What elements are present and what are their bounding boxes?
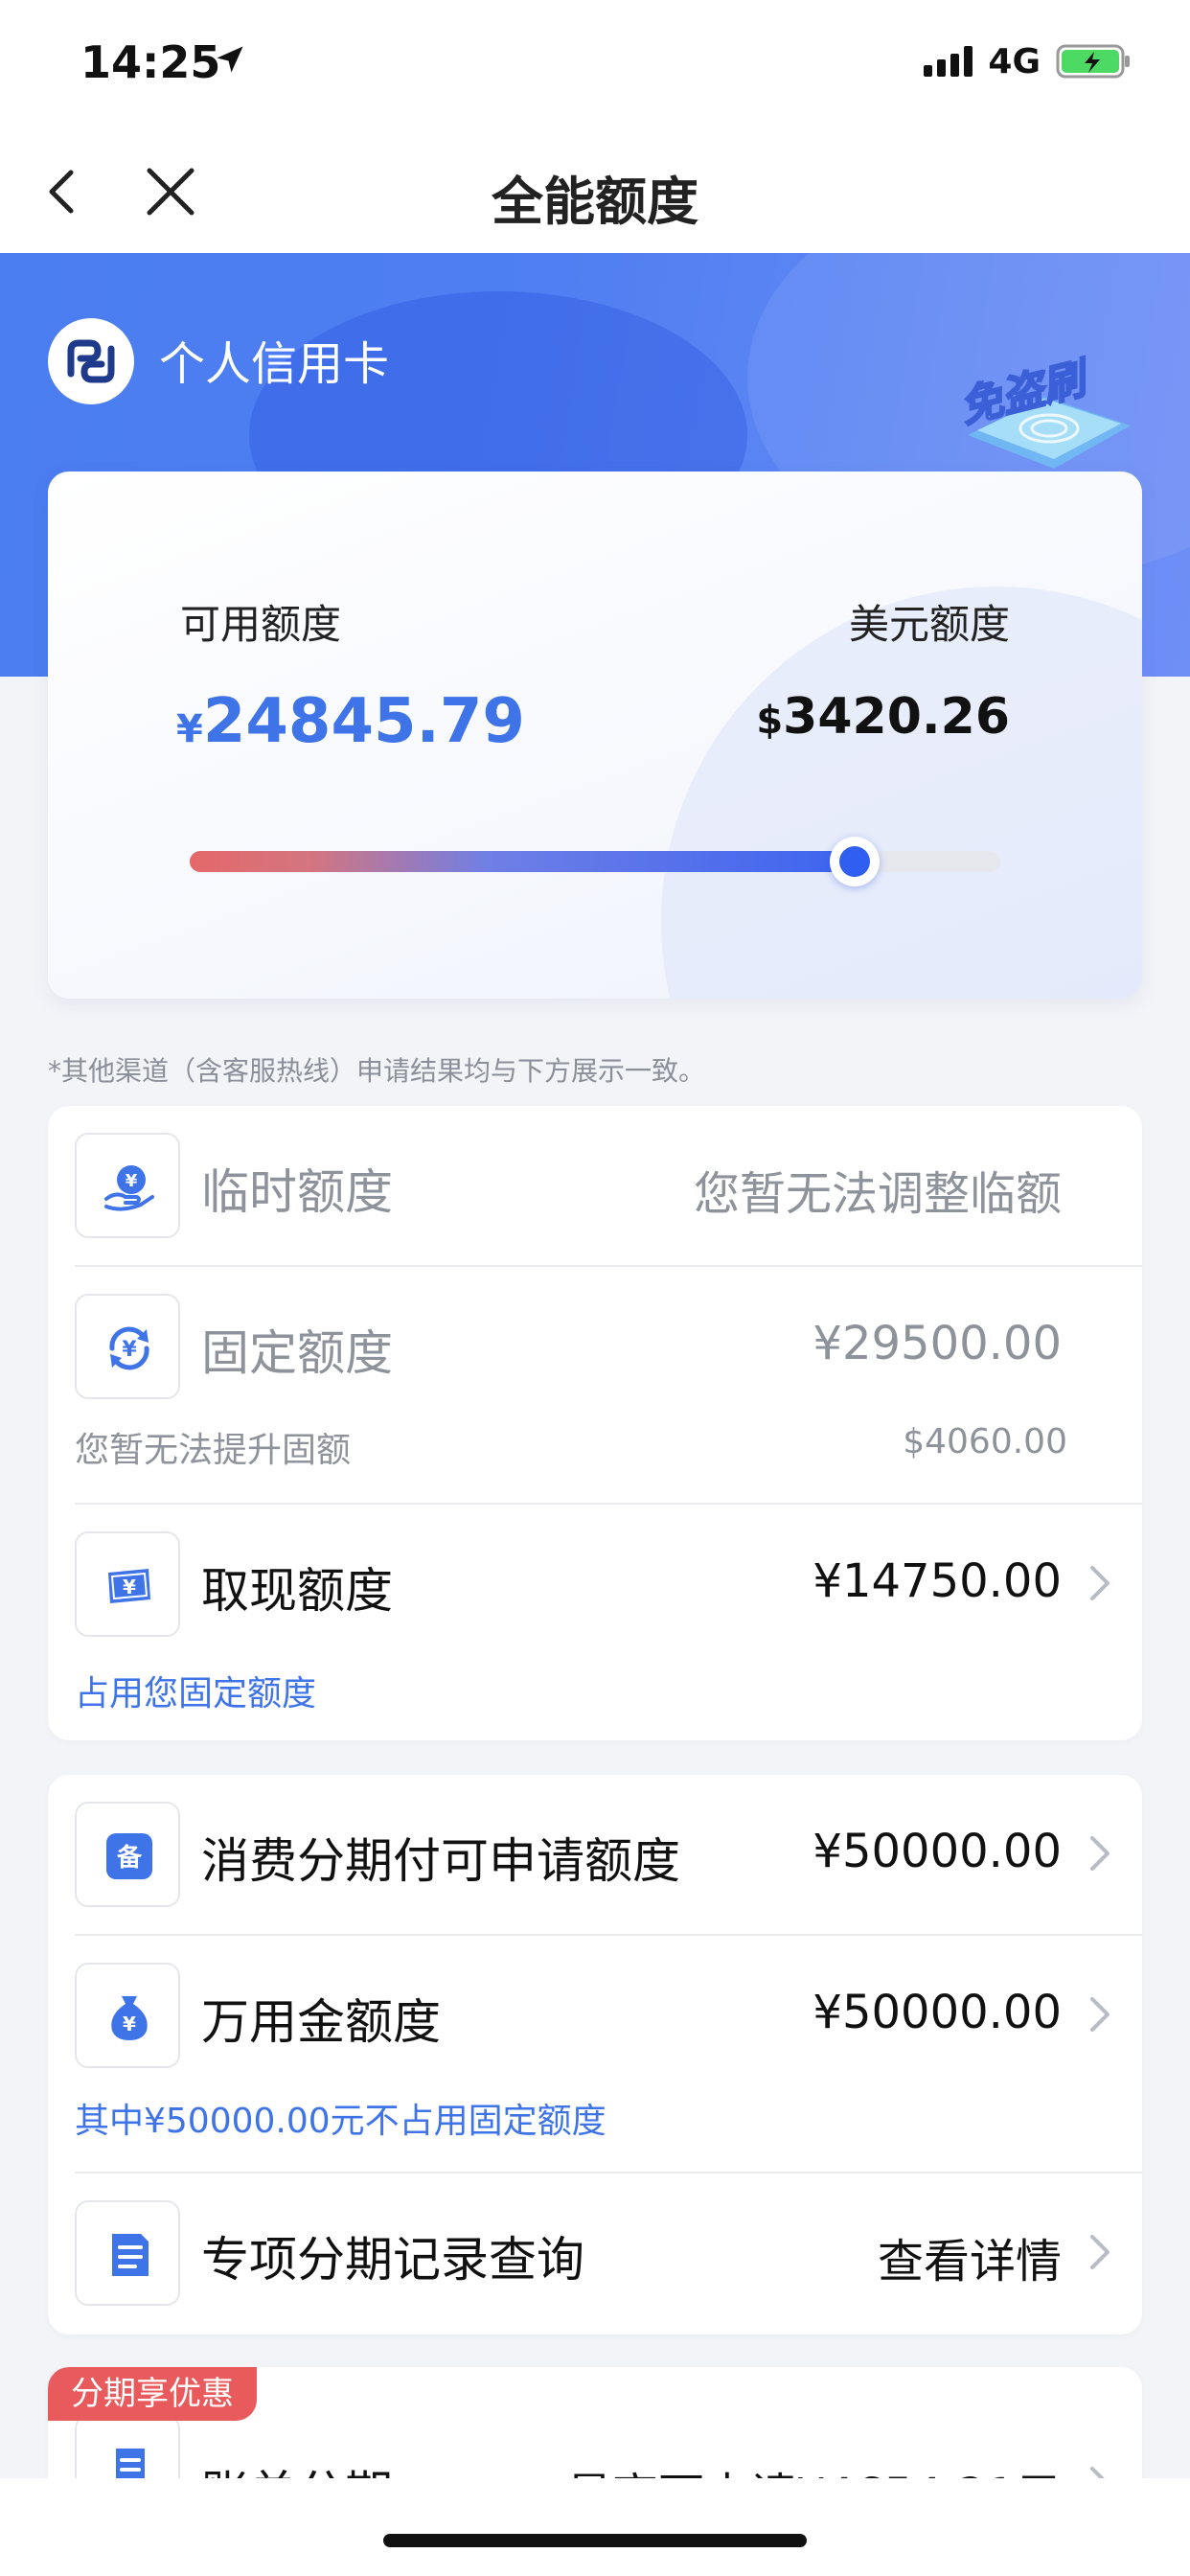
signal-icon bbox=[924, 46, 973, 77]
limit-usage-knob bbox=[829, 837, 880, 886]
bottom-safe-area bbox=[0, 2478, 1190, 2576]
chevron-right-icon bbox=[1090, 1566, 1110, 1600]
location-arrow-icon bbox=[217, 46, 243, 73]
status-time: 14:25 bbox=[80, 36, 221, 88]
wanyongjin-note: 其中¥50000.00元不占用固定额度 bbox=[75, 2102, 606, 2141]
cash-limit-value: ¥14750.00 bbox=[812, 1554, 1062, 1608]
battery-charging-icon bbox=[1056, 44, 1130, 79]
consumer-installment-row[interactable]: 备 消费分期付可申请额度 ¥50000.00 bbox=[48, 1775, 1142, 1936]
special-installment-icon bbox=[75, 2200, 180, 2306]
special-installment-value: 查看详情 bbox=[877, 2235, 1062, 2288]
limits-panel: ¥ 临时额度 您暂无法调整临额 ¥ 固定额度 ¥29500.00 您暂无法提升固… bbox=[48, 1106, 1142, 1740]
svg-text:¥: ¥ bbox=[122, 1338, 137, 1362]
fixed-limit-icon: ¥ bbox=[75, 1294, 180, 1399]
consumer-installment-icon: 备 bbox=[75, 1802, 180, 1907]
status-bar: 14:25 4G bbox=[0, 0, 1190, 130]
nav-bar: 全能额度 bbox=[0, 130, 1190, 253]
banknote-icon: ¥ bbox=[108, 1569, 150, 1603]
wanyongjin-icon: ¥ bbox=[75, 1963, 180, 2068]
temporary-limit-label: 临时额度 bbox=[201, 1164, 393, 1220]
svg-text:备: 备 bbox=[116, 1844, 143, 1873]
refresh-yuan-icon: ¥ bbox=[109, 1326, 149, 1370]
temporary-limit-row: ¥ 临时额度 您暂无法调整临额 bbox=[48, 1106, 1142, 1267]
usd-limit-label: 美元额度 bbox=[848, 601, 1010, 648]
svg-text:¥: ¥ bbox=[126, 1171, 138, 1191]
svg-text:¥: ¥ bbox=[123, 2012, 136, 2036]
svg-text:¥: ¥ bbox=[123, 1576, 136, 1598]
limit-usage-bar bbox=[190, 837, 1000, 886]
hand-yuan-icon: ¥ bbox=[104, 1165, 154, 1211]
chevron-right-icon bbox=[1090, 2235, 1110, 2269]
reserve-icon: 备 bbox=[106, 1833, 152, 1879]
cash-limit-note: 占用您固定额度 bbox=[75, 1674, 317, 1714]
promo-tag: 分期享优惠 bbox=[48, 2367, 257, 2421]
card-type-label: 个人信用卡 bbox=[159, 337, 390, 391]
cash-limit-row[interactable]: ¥ 取现额度 ¥14750.00 占用您固定额度 bbox=[48, 1505, 1142, 1740]
available-limit-label: 可用额度 bbox=[180, 601, 342, 648]
available-amount-value: 24845.79 bbox=[202, 686, 525, 757]
fixed-limit-row: ¥ 固定额度 ¥29500.00 您暂无法提升固额 $4060.00 bbox=[48, 1267, 1142, 1505]
limit-usage-fill bbox=[190, 851, 855, 872]
usd-amount-value: 3420.26 bbox=[783, 688, 1010, 746]
fixed-limit-label: 固定额度 bbox=[201, 1325, 393, 1381]
cash-limit-label: 取现额度 bbox=[201, 1563, 393, 1619]
consumer-installment-value: ¥50000.00 bbox=[812, 1825, 1062, 1878]
wanyongjin-value: ¥50000.00 bbox=[812, 1986, 1062, 2039]
consumer-installment-label: 消费分期付可申请额度 bbox=[201, 1833, 680, 1889]
wanyongjin-label: 万用金额度 bbox=[201, 1994, 441, 2050]
currency-symbol: $ bbox=[756, 699, 784, 743]
bank-logo-icon bbox=[48, 318, 134, 404]
special-installment-row[interactable]: 专项分期记录查询 查看详情 bbox=[48, 2174, 1142, 2334]
document-list-icon bbox=[112, 2234, 149, 2276]
fixed-limit-note: 您暂无法提升固额 bbox=[75, 1431, 352, 1470]
temporary-limit-value: 您暂无法调整临额 bbox=[693, 1167, 1062, 1221]
fixed-limit-value: ¥29500.00 bbox=[812, 1317, 1062, 1370]
network-type: 4G bbox=[988, 41, 1041, 81]
fixed-limit-usd: $4060.00 bbox=[903, 1422, 1067, 1461]
credit-summary-card: 可用额度 美元额度 ¥24845.79 $3420.26 bbox=[48, 472, 1142, 999]
chevron-right-icon bbox=[1090, 1836, 1110, 1871]
anti-fraud-badge-icon[interactable]: 免盗刷 bbox=[949, 330, 1140, 483]
status-right: 4G bbox=[924, 41, 1133, 81]
available-limit-amount: ¥24845.79 bbox=[176, 686, 525, 757]
installments-panel: 备 消费分期付可申请额度 ¥50000.00 ¥ 万用金额度 ¥50000.00… bbox=[48, 1775, 1142, 2334]
page-title: 全能额度 bbox=[492, 172, 698, 232]
chevron-right-icon bbox=[1090, 1997, 1110, 2032]
special-installment-label: 专项分期记录查询 bbox=[201, 2232, 584, 2288]
currency-symbol: ¥ bbox=[176, 707, 203, 751]
cash-limit-icon: ¥ bbox=[75, 1531, 180, 1637]
usd-limit-amount: $3420.26 bbox=[756, 688, 1010, 746]
temporary-limit-icon: ¥ bbox=[75, 1133, 180, 1238]
disclaimer-note: *其他渠道（含客服热线）申请结果均与下方展示一致。 bbox=[48, 1055, 706, 1087]
money-bag-icon: ¥ bbox=[111, 1996, 148, 2040]
home-indicator[interactable] bbox=[383, 2534, 807, 2547]
wanyongjin-row[interactable]: ¥ 万用金额度 ¥50000.00 其中¥50000.00元不占用固定额度 bbox=[48, 1936, 1142, 2174]
